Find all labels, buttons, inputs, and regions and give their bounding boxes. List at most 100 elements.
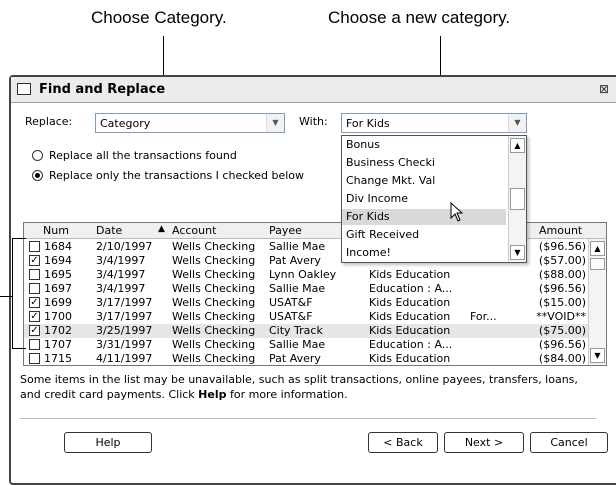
row-account: Wells Checking (172, 282, 256, 295)
info-text-after: for more information. (226, 388, 348, 401)
table-row[interactable]: 1695 3/4/1997 Wells Checking Lynn Oakley Kid… (24, 268, 588, 282)
row-category: Kids Education (369, 324, 451, 337)
scroll-up-icon[interactable]: ▲ (590, 241, 605, 256)
table-row[interactable]: ✓ 1702 3/25/1997 Wells Checking City Track Ki… (24, 324, 588, 338)
dropdown-item[interactable]: For Kids (342, 209, 506, 225)
dropdown-item[interactable]: Business Checki (342, 155, 506, 171)
row-payee: Pat Avery (269, 254, 321, 267)
row-date: 4/11/1997 (96, 352, 153, 365)
row-category: Kids Education (369, 310, 451, 323)
mouse-pointer-icon (450, 202, 464, 222)
table-row[interactable]: ✓ 1700 3/17/1997 Wells Checking USAT&F Kids E… (24, 310, 588, 324)
with-combo[interactable]: For Kids ▼ (341, 113, 527, 133)
row-checkbox[interactable] (29, 283, 40, 294)
dropdown-item[interactable]: Div Income (342, 191, 506, 207)
row-checkbox[interactable] (29, 241, 40, 252)
row-date: 2/10/1997 (96, 240, 153, 253)
row-memo: For... (470, 310, 497, 323)
row-num: 1715 (44, 352, 72, 365)
chevron-down-icon[interactable]: ▼ (508, 114, 526, 132)
info-text: Some items in the list may be unavailabl… (20, 372, 580, 402)
row-amount: ($96.56) (538, 282, 586, 295)
table-row[interactable]: ✓ 1699 3/17/1997 Wells Checking USAT&F Kids E… (24, 296, 588, 310)
row-amount: ($75.00) (538, 324, 586, 337)
row-payee: Sallie Mae (269, 282, 326, 295)
col-payee[interactable]: Payee (269, 224, 302, 237)
dropdown-item[interactable]: Change Mkt. Val (342, 173, 506, 189)
row-date: 3/17/1997 (96, 296, 153, 309)
cancel-button[interactable]: Cancel (530, 432, 608, 453)
replace-label-text: Replace: (25, 115, 73, 128)
row-checkbox[interactable]: ✓ (29, 297, 40, 308)
row-checkbox[interactable] (29, 269, 40, 280)
row-category: Kids Education (369, 296, 451, 309)
row-date: 3/4/1997 (96, 282, 146, 295)
row-checkbox[interactable] (29, 339, 40, 350)
row-amount: ($15.00) (538, 296, 586, 309)
row-account: Wells Checking (172, 254, 256, 267)
row-num: 1702 (44, 324, 72, 337)
row-num: 1707 (44, 338, 72, 351)
row-account: Wells Checking (172, 240, 256, 253)
col-num[interactable]: Num (43, 224, 69, 237)
row-checkbox[interactable]: ✓ (29, 325, 40, 336)
info-help-word: Help (198, 388, 227, 401)
row-num: 1699 (44, 296, 72, 309)
replace-combo[interactable]: Category ▼ (95, 113, 285, 133)
row-checkbox[interactable]: ✓ (29, 255, 40, 266)
table-row[interactable]: 1715 4/11/1997 Wells Checking Pat Avery Kids… (24, 352, 588, 365)
table-scrollbar[interactable]: ▲ ▼ (588, 239, 606, 365)
scroll-thumb[interactable] (590, 258, 605, 270)
table-row[interactable]: 1707 3/31/1997 Wells Checking Sallie Mae Edu… (24, 338, 588, 352)
callout-choose-new-category: Choose a new category. (328, 8, 511, 27)
row-num: 1684 (44, 240, 72, 253)
row-payee: Sallie Mae (269, 338, 326, 351)
row-payee: City Track (269, 324, 323, 337)
replace-label: Replace: (25, 115, 72, 128)
col-date[interactable]: Date (96, 224, 122, 237)
with-label: With: (299, 115, 328, 128)
callout-choose-category: Choose Category. (91, 8, 227, 27)
help-button[interactable]: Help (64, 432, 152, 453)
col-amount[interactable]: Amount (539, 224, 582, 237)
scroll-down-icon[interactable]: ▼ (510, 245, 525, 260)
row-category: Education : A... (369, 282, 453, 295)
chevron-down-icon[interactable]: ▼ (266, 114, 284, 132)
table-row[interactable]: 1697 3/4/1997 Wells Checking Sallie Mae Educ… (24, 282, 588, 296)
row-num: 1697 (44, 282, 72, 295)
divider (20, 418, 596, 419)
dropdown-item[interactable]: Bonus (342, 137, 506, 153)
dropdown-item[interactable]: Gift Received (342, 227, 506, 243)
radio-replace-all[interactable] (32, 150, 43, 161)
scroll-thumb[interactable] (510, 188, 525, 210)
row-date: 3/4/1997 (96, 268, 146, 281)
bracket-tick-top (12, 238, 26, 239)
next-button[interactable]: Next > (444, 432, 524, 453)
back-button[interactable]: < Back (368, 432, 438, 453)
row-account: Wells Checking (172, 338, 256, 351)
col-account[interactable]: Account (172, 224, 216, 237)
radio-replace-all-label: Replace all the transactions found (49, 149, 237, 162)
scroll-down-icon[interactable]: ▼ (590, 348, 605, 363)
row-num: 1695 (44, 268, 72, 281)
row-num: 1694 (44, 254, 72, 267)
row-checkbox[interactable]: ✓ (29, 311, 40, 322)
title-bar: Find and Replace ⊠ (11, 77, 616, 103)
row-amount: ($57.00) (538, 254, 586, 267)
row-amount: ($84.00) (538, 352, 586, 365)
row-payee: Pat Avery (269, 352, 321, 365)
radio-replace-checked[interactable] (32, 170, 43, 181)
row-account: Wells Checking (172, 296, 256, 309)
dropdown-scrollbar[interactable]: ▲ ▼ (508, 136, 526, 262)
row-category: Education : A... (369, 338, 453, 351)
row-date: 3/25/1997 (96, 324, 153, 337)
row-category: Kids Education (369, 268, 451, 281)
with-dropdown-list: Bonus Business Checki Change Mkt. Val Div I… (341, 135, 527, 263)
sort-ascending-icon: ▲ (158, 224, 165, 234)
row-checkbox[interactable] (29, 353, 40, 364)
with-value: For Kids (346, 117, 390, 130)
scroll-up-icon[interactable]: ▲ (510, 138, 525, 153)
close-icon[interactable]: ⊠ (599, 82, 609, 96)
dropdown-item[interactable]: Income! (342, 245, 506, 261)
row-payee: USAT&F (269, 296, 313, 309)
